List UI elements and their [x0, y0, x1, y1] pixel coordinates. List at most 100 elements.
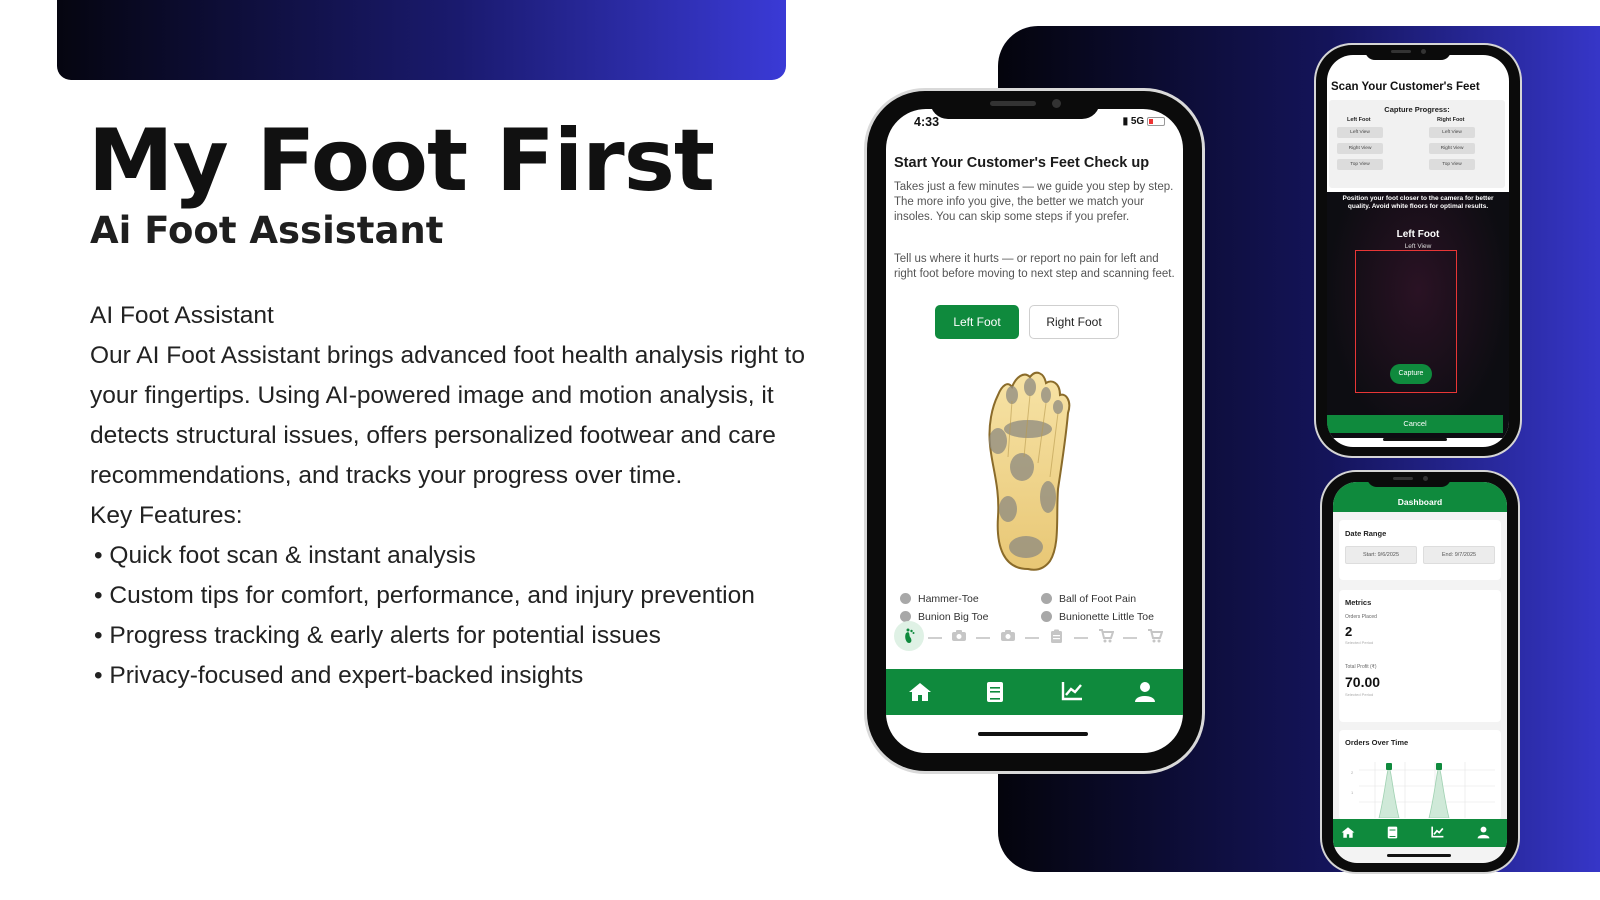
- left-view-chip[interactable]: Left View: [1429, 127, 1475, 138]
- book-icon[interactable]: [986, 681, 1004, 703]
- main-phone-screen: 4:33 ▮ 5G Start Your Customer's Feet Che…: [886, 109, 1183, 753]
- description-block: AI Foot Assistant Our AI Foot Assistant …: [90, 296, 830, 696]
- pain-option-label: Hammer-Toe: [918, 593, 979, 605]
- feature-item: • Privacy-focused and expert-backed insi…: [94, 662, 584, 689]
- date-range-card: Date Range Start: 9/6/2025 End: 9/7/2025: [1339, 520, 1501, 580]
- capture-button[interactable]: Capture: [1390, 364, 1432, 384]
- book-icon[interactable]: [1387, 826, 1398, 839]
- left-foot-button[interactable]: Left Foot: [935, 305, 1019, 339]
- orders-chart-title: Orders Over Time: [1345, 738, 1409, 747]
- radio-dot[interactable]: [1041, 593, 1052, 604]
- description-heading: AI Foot Assistant: [90, 302, 274, 329]
- check-up-intro: Takes just a few minutes — we guide you …: [894, 181, 1174, 223]
- battery-icon: [1147, 116, 1165, 126]
- user-icon[interactable]: [1134, 681, 1156, 703]
- dashboard-phone-screen: Dashboard Date Range Start: 9/6/2025 End…: [1333, 482, 1507, 863]
- features-heading: Key Features:: [90, 502, 243, 529]
- front-camera-icon: [1421, 49, 1426, 54]
- camera-icon: [1001, 630, 1015, 641]
- pain-point-toe-3[interactable]: [1041, 387, 1051, 403]
- stepper-connector: [976, 637, 990, 639]
- app-title: My Foot First: [88, 111, 715, 211]
- cart-icon: [1148, 629, 1163, 643]
- camera-foot-label: Left Foot: [1396, 229, 1440, 240]
- description-body: Our AI Foot Assistant brings advanced fo…: [90, 342, 805, 489]
- home-indicator: [1383, 438, 1447, 441]
- signal-icon: ▮: [1122, 116, 1129, 127]
- phone-notch: [930, 91, 1100, 119]
- chart-icon[interactable]: [1061, 681, 1083, 701]
- top-view-chip[interactable]: Top View: [1337, 159, 1383, 170]
- dashboard-bottom-navigation: [1333, 819, 1507, 847]
- pain-point-heel[interactable]: [1009, 536, 1043, 558]
- stepper-connector: [1123, 637, 1137, 639]
- chart-marker-2: [1436, 763, 1442, 770]
- pain-point-toe-2[interactable]: [1024, 378, 1036, 396]
- camera-view-label: Left View: [1404, 243, 1432, 250]
- pain-option-hammer-toe[interactable]: Hammer-Toe: [900, 593, 979, 605]
- end-date-input[interactable]: End: 9/7/2025: [1423, 546, 1495, 564]
- pain-point-bunion[interactable]: [989, 428, 1007, 454]
- orders-label: Orders Placed: [1345, 614, 1377, 620]
- home-icon[interactable]: [1341, 826, 1355, 839]
- chart-area-peak-2: [1428, 767, 1450, 818]
- svg-text:1: 1: [1351, 790, 1354, 795]
- pain-point-midfoot[interactable]: [1010, 453, 1034, 481]
- stepper-connector: [1025, 637, 1039, 639]
- pain-instructions: Tell us where it hurts — or report no pa…: [894, 253, 1175, 280]
- check-up-heading: Start Your Customer's Feet Check up: [894, 155, 1150, 171]
- radio-dot[interactable]: [900, 593, 911, 604]
- pain-point-ball[interactable]: [1004, 420, 1052, 438]
- cancel-button[interactable]: Cancel: [1327, 415, 1503, 433]
- home-indicator: [1387, 854, 1451, 857]
- right-view-chip[interactable]: Right View: [1337, 143, 1383, 154]
- home-indicator: [978, 732, 1088, 736]
- profit-period: Selected Period: [1345, 692, 1374, 697]
- start-date-input[interactable]: Start: 9/6/2025: [1345, 546, 1417, 564]
- right-view-chip[interactable]: Right View: [1429, 143, 1475, 154]
- camera-viewfinder: Position your foot closer to the camera …: [1327, 192, 1509, 438]
- user-icon[interactable]: [1477, 826, 1490, 839]
- feature-item: • Progress tracking & early alerts for p…: [94, 622, 661, 649]
- pain-point-arch[interactable]: [999, 496, 1017, 522]
- scan-tip: Position your foot closer to the camera …: [1342, 195, 1494, 210]
- scan-phone-mockup: Scan Your Customer's Feet Capture Progre…: [1316, 45, 1520, 456]
- clipboard-icon: [1051, 629, 1062, 643]
- profit-label: Total Profit (₹): [1345, 664, 1377, 670]
- orders-over-time-chart: 2 1: [1351, 762, 1495, 818]
- chart-marker-1: [1386, 763, 1392, 770]
- dashboard-title: Dashboard: [1397, 497, 1443, 507]
- capture-progress-card: Capture Progress: Left Foot Right Foot L…: [1329, 100, 1505, 188]
- orders-period: Selected Period: [1345, 640, 1374, 645]
- speaker-icon: [990, 101, 1036, 106]
- right-foot-button[interactable]: Right Foot: [1029, 305, 1119, 339]
- pain-option-ball-of-foot[interactable]: Ball of Foot Pain: [1041, 593, 1136, 605]
- feature-item: • Custom tips for comfort, performance, …: [94, 582, 755, 609]
- metrics-card: Metrics Orders Placed 2 Selected Period …: [1339, 590, 1501, 722]
- dashboard-phone-mockup: Dashboard Date Range Start: 9/6/2025 End…: [1322, 472, 1518, 872]
- phone-notch: [1367, 472, 1451, 487]
- feature-item: • Quick foot scan & instant analysis: [94, 542, 476, 569]
- pain-point-outer[interactable]: [1040, 481, 1056, 513]
- app-subtitle: Ai Foot Assistant: [90, 209, 444, 252]
- left-foot-column-label: Left Foot: [1347, 117, 1371, 123]
- pain-option-label: Ball of Foot Pain: [1059, 593, 1137, 605]
- top-view-chip[interactable]: Top View: [1429, 159, 1475, 170]
- status-time: 4:33: [914, 115, 940, 129]
- foot-icon: [905, 628, 915, 643]
- home-icon[interactable]: [908, 681, 932, 703]
- capture-progress-title: Capture Progress:: [1384, 105, 1450, 114]
- phone-notch: [1365, 45, 1451, 60]
- chart-icon[interactable]: [1431, 826, 1444, 838]
- svg-text:2: 2: [1351, 770, 1354, 775]
- camera-icon: [952, 630, 966, 641]
- scan-title: Scan Your Customer's Feet: [1331, 81, 1480, 93]
- speaker-icon: [1391, 50, 1411, 53]
- stepper-connector: [1074, 637, 1088, 639]
- foot-skeleton-illustration[interactable]: [968, 367, 1088, 577]
- left-view-chip[interactable]: Left View: [1337, 127, 1383, 138]
- scan-phone-screen: Scan Your Customer's Feet Capture Progre…: [1327, 55, 1509, 447]
- speaker-icon: [1393, 477, 1413, 480]
- pain-point-toe-4[interactable]: [1053, 400, 1063, 414]
- progress-stepper: [894, 621, 1176, 653]
